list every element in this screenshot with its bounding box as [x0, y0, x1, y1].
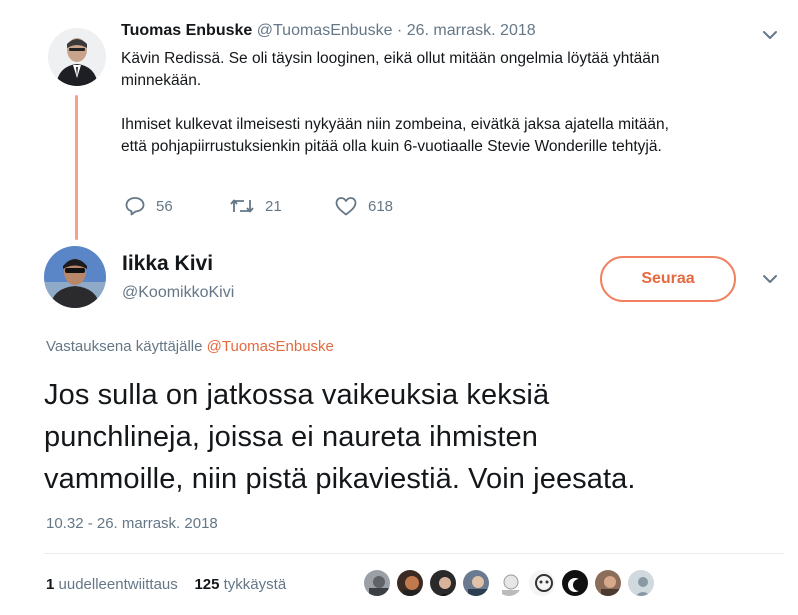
- retweet-stat-label: uudelleentwiittaus: [58, 576, 178, 593]
- liker-avatar[interactable]: [527, 568, 557, 598]
- parent-text-line: että pohjapiirrustuksienkin pitää olla k…: [121, 138, 662, 155]
- liker-avatar[interactable]: [362, 568, 392, 598]
- liker-avatar[interactable]: [560, 568, 590, 598]
- like-stat-label: tykkäystä: [223, 576, 287, 593]
- retweet-count: 21: [265, 197, 282, 215]
- reply-context-mention[interactable]: @TuomasEnbuske: [207, 338, 334, 355]
- liker-avatar[interactable]: [593, 568, 623, 598]
- liker-avatar[interactable]: [461, 568, 491, 598]
- main-menu-chevron-icon[interactable]: [762, 274, 778, 284]
- parent-display-name[interactable]: Tuomas Enbuske: [121, 22, 252, 39]
- thread-connector-line: [75, 95, 78, 240]
- parent-avatar[interactable]: [48, 28, 106, 86]
- reply-icon[interactable]: [124, 195, 146, 217]
- likers-avatar-row: [362, 568, 656, 598]
- retweet-icon[interactable]: [229, 195, 255, 217]
- main-text-line: Jos sulla on jatkossa vaikeuksia keksiä: [44, 379, 550, 411]
- parent-handle[interactable]: @TuomasEnbuske: [257, 22, 393, 39]
- parent-text-line: Ihmiset kulkevat ilmeisesti nykyään niin…: [121, 116, 669, 133]
- like-action[interactable]: 618: [334, 195, 393, 217]
- follow-button[interactable]: Seuraa: [600, 256, 736, 302]
- reply-count: 56: [156, 197, 173, 215]
- like-count: 618: [368, 197, 394, 215]
- like-stat[interactable]: 125 tykkäystä: [194, 576, 286, 593]
- parent-text-line: Kävin Redissä. Se oli täysin looginen, e…: [121, 50, 660, 67]
- heart-icon[interactable]: [334, 195, 358, 217]
- parent-menu-chevron-icon[interactable]: [762, 30, 778, 40]
- reply-context: Vastauksena käyttäjälle @TuomasEnbuske: [46, 338, 334, 355]
- main-avatar[interactable]: [44, 246, 106, 308]
- main-display-name[interactable]: Iikka Kivi: [122, 252, 234, 276]
- liker-avatar[interactable]: [494, 568, 524, 598]
- main-timestamp[interactable]: 10.32 - 26. marrask. 2018: [46, 515, 218, 532]
- retweet-stat-count: 1: [46, 576, 55, 593]
- parent-text-line: minnekään.: [121, 72, 202, 89]
- main-text-line: punchlineja, joissa ei naureta ihmisten: [44, 421, 538, 453]
- stats-divider-top: [44, 553, 784, 554]
- liker-avatar[interactable]: [626, 568, 656, 598]
- liker-avatar[interactable]: [428, 568, 458, 598]
- engagement-stats: 1 uudelleentwiittaus 125 tykkäystä: [46, 576, 286, 593]
- retweet-stat[interactable]: 1 uudelleentwiittaus: [46, 576, 178, 593]
- retweet-action[interactable]: 21: [229, 195, 282, 217]
- reply-context-prefix: Vastauksena käyttäjälle: [46, 338, 203, 355]
- main-handle[interactable]: @KoomikkoKivi: [122, 284, 234, 302]
- reply-action[interactable]: 56: [124, 195, 173, 217]
- main-tweet-text: Jos sulla on jatkossa vaikeuksia keksiä …: [44, 374, 784, 500]
- like-stat-count: 125: [194, 576, 220, 593]
- liker-avatar[interactable]: [395, 568, 425, 598]
- parent-date[interactable]: · 26. marrask. 2018: [397, 22, 536, 39]
- main-text-line: vammoille, niin pistä pikaviestiä. Voin …: [44, 463, 636, 495]
- parent-tweet-text: Kävin Redissä. Se oli täysin looginen, e…: [121, 48, 781, 158]
